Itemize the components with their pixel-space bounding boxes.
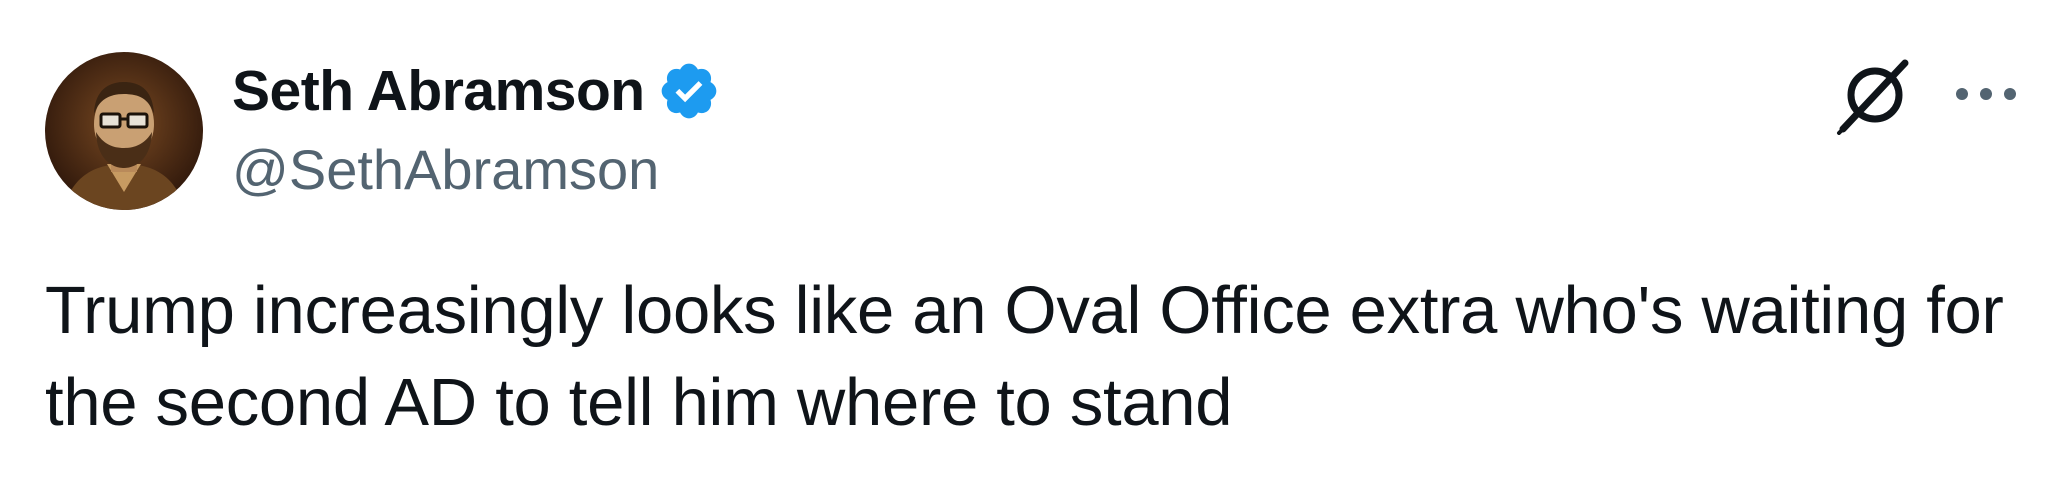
- verified-badge-icon[interactable]: [657, 59, 721, 123]
- tweet-card: Seth Abramson @SethAbramson Trump increa…: [0, 0, 2062, 500]
- avatar[interactable]: [45, 52, 203, 210]
- avatar-image: [45, 52, 203, 210]
- tweet-text: Trump increasingly looks like an Oval Of…: [45, 273, 2004, 440]
- grok-icon[interactable]: [1835, 55, 1915, 135]
- more-options-icon[interactable]: [1950, 80, 2022, 108]
- author-display-name[interactable]: Seth Abramson: [232, 56, 645, 126]
- author-handle[interactable]: @SethAbramson: [232, 135, 659, 205]
- author-name-row[interactable]: Seth Abramson: [232, 56, 721, 126]
